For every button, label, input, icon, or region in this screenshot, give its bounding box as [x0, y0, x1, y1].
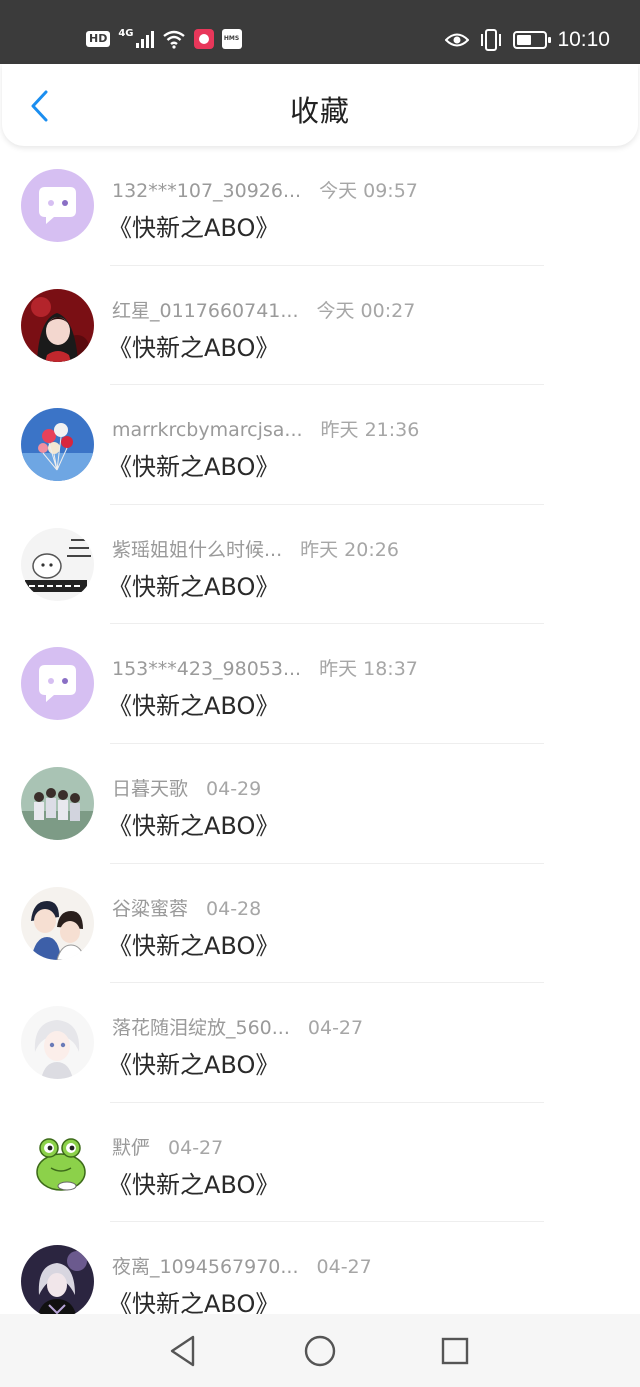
list-item[interactable]: 谷粱蜜蓉 04-28 《快新之ABO》: [0, 864, 640, 984]
avatar[interactable]: [21, 1245, 94, 1314]
list-item[interactable]: 132***107_30926... 今天 09:57 《快新之ABO》: [0, 146, 640, 266]
app-icon: [193, 29, 214, 49]
timestamp: 今天 00:27: [316, 299, 416, 322]
timestamp: 04-28: [206, 897, 262, 920]
system-nav-bar: [0, 1314, 640, 1387]
book-title: 《快新之ABO》: [108, 1051, 280, 1080]
timestamp: 昨天 18:37: [319, 658, 418, 681]
nav-back-button[interactable]: [165, 1333, 201, 1369]
username: 红星_0117660741...: [112, 299, 299, 322]
username: 落花随泪绽放_560...: [112, 1017, 290, 1040]
book-title: 《快新之ABO》: [108, 453, 280, 482]
username: 紫瑶姐姐什么时候...: [112, 538, 283, 561]
avatar[interactable]: [21, 766, 94, 840]
item-meta: 默俨 04-27: [112, 1133, 223, 1160]
battery-icon: [513, 31, 552, 49]
avatar[interactable]: [21, 527, 94, 601]
username: marrkrcbymarcjsa...: [112, 419, 303, 442]
timestamp: 04-27: [316, 1256, 372, 1279]
item-meta: 紫瑶姐姐什么时候... 昨天 20:26: [112, 535, 399, 562]
username: 132***107_30926...: [112, 180, 302, 202]
timestamp: 04-27: [307, 1017, 364, 1040]
status-bar: HD 4G HMS 10:10: [0, 0, 640, 64]
list-item[interactable]: 默俨 04-27 《快新之ABO》: [0, 1103, 640, 1223]
item-meta: 夜离_1094567970... 04-27: [112, 1252, 372, 1279]
book-title: 《快新之ABO》: [108, 692, 280, 721]
timestamp: 04-29: [206, 777, 262, 800]
nav-recents-button[interactable]: [437, 1333, 473, 1369]
avatar[interactable]: [21, 886, 94, 960]
status-left: HD 4G HMS: [86, 26, 242, 52]
signal-icon: [135, 30, 154, 48]
avatar[interactable]: [21, 408, 94, 482]
item-meta: 红星_0117660741... 今天 00:27: [112, 296, 415, 323]
avatar[interactable]: [21, 1125, 94, 1199]
book-title: 《快新之ABO》: [108, 931, 280, 960]
hd-icon: HD: [86, 31, 111, 47]
item-meta: 谷粱蜜蓉 04-28: [112, 894, 261, 921]
list-item[interactable]: 153***423_98053... 昨天 18:37 《快新之ABO》: [0, 624, 640, 744]
book-title: 《快新之ABO》: [108, 214, 280, 242]
book-title: 《快新之ABO》: [108, 333, 280, 362]
header-bar: 收藏: [2, 64, 638, 146]
avatar[interactable]: [21, 1006, 94, 1080]
circle-home-icon: [304, 1335, 336, 1367]
avatar[interactable]: [21, 169, 94, 242]
page-title: 收藏: [289, 94, 350, 128]
item-meta: 日暮天歌 04-29: [112, 774, 261, 801]
network-type: 4G: [118, 27, 134, 39]
list-item[interactable]: 夜离_1094567970... 04-27 《快新之ABO》: [0, 1222, 640, 1314]
nav-home-button[interactable]: [302, 1333, 338, 1369]
book-title: 《快新之ABO》: [108, 1290, 280, 1314]
book-title: 《快新之ABO》: [108, 1170, 280, 1199]
list-item[interactable]: marrkrcbymarcjsa... 昨天 21:36 《快新之ABO》: [0, 385, 640, 505]
timestamp: 昨天 20:26: [300, 538, 399, 561]
item-meta: 132***107_30926... 今天 09:57: [112, 176, 418, 203]
item-meta: 落花随泪绽放_560... 04-27: [112, 1013, 363, 1040]
list-item[interactable]: 日暮天歌 04-29 《快新之ABO》: [0, 744, 640, 864]
book-title: 《快新之ABO》: [108, 572, 280, 601]
status-right: 10:10: [445, 26, 610, 54]
hms-icon: HMS: [221, 29, 242, 49]
book-title: 《快新之ABO》: [108, 811, 280, 840]
list-item[interactable]: 红星_0117660741... 今天 00:27 《快新之ABO》: [0, 266, 640, 386]
item-meta: 153***423_98053... 昨天 18:37: [112, 654, 418, 681]
square-recents-icon: [441, 1337, 469, 1365]
username: 日暮天歌: [112, 777, 189, 800]
username: 153***423_98053...: [112, 658, 302, 681]
list-item[interactable]: 紫瑶姐姐什么时候... 昨天 20:26 《快新之ABO》: [0, 505, 640, 625]
vibrate-icon: [481, 29, 502, 51]
timestamp: 04-27: [168, 1136, 224, 1159]
username: 谷粱蜜蓉: [112, 897, 189, 920]
item-meta: marrkrcbymarcjsa... 昨天 21:36: [112, 415, 419, 442]
favorites-list[interactable]: 132***107_30926... 今天 09:57 《快新之ABO》 红星_…: [0, 146, 640, 1314]
avatar[interactable]: [21, 647, 94, 721]
wifi-icon: [162, 30, 185, 49]
avatar[interactable]: [21, 288, 94, 362]
clock: 10:10: [557, 28, 610, 51]
timestamp: 昨天 21:36: [320, 419, 420, 442]
username: 默俨: [112, 1136, 151, 1159]
triangle-back-icon: [170, 1335, 195, 1367]
list-item[interactable]: 落花随泪绽放_560... 04-27 《快新之ABO》: [0, 983, 640, 1103]
username: 夜离_1094567970...: [112, 1256, 299, 1279]
eye-icon: [445, 33, 470, 47]
timestamp: 今天 09:57: [319, 180, 418, 202]
